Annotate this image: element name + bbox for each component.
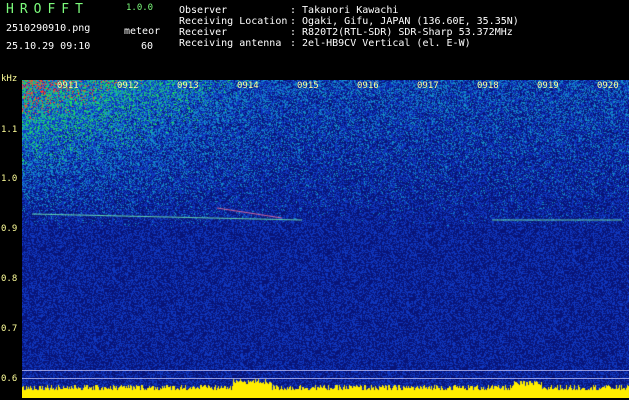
timestamp: 25.10.29 09:10 xyxy=(6,41,91,52)
time-tick-0918: 0918 xyxy=(477,81,499,91)
y-tick-0-8: 0.8 xyxy=(1,274,18,284)
time-tick-0911: 0911 xyxy=(57,81,79,91)
reference-line-upper xyxy=(22,370,629,371)
y-tick-0-6: 0.6 xyxy=(1,374,18,384)
time-tick-0919: 0919 xyxy=(537,81,559,91)
time-tick-0920: 0920 xyxy=(597,81,619,91)
time-tick-0916: 0916 xyxy=(357,81,379,91)
time-tick-0915: 0915 xyxy=(297,81,319,91)
time-tick-0912: 0912 xyxy=(117,81,139,91)
spectrogram xyxy=(22,80,629,398)
antenna-value: : 2el-HB9CV Vertical (el. E-W) xyxy=(290,38,471,49)
y-tick-1-1: 1.1 xyxy=(1,125,18,135)
y-tick-0-7: 0.7 xyxy=(1,324,18,334)
app-brand: HROFFT xyxy=(6,2,89,17)
time-tick-0917: 0917 xyxy=(417,81,439,91)
meteor-count: 60 xyxy=(141,41,154,52)
time-tick-0913: 0913 xyxy=(177,81,199,91)
header-panel: HROFFT 1.0.0 2510290910.png 25.10.29 09:… xyxy=(0,0,629,80)
meteor-label: meteor xyxy=(124,26,161,37)
reference-line-lower xyxy=(22,378,629,379)
axis-unit: kHz xyxy=(1,74,18,84)
time-tick-0914: 0914 xyxy=(237,81,259,91)
y-tick-0-9: 0.9 xyxy=(1,224,18,234)
app-version: 1.0.0 xyxy=(126,3,154,13)
y-tick-1-0: 1.0 xyxy=(1,174,18,184)
file-name: 2510290910.png xyxy=(6,23,91,34)
antenna-label: Receiving antenna xyxy=(179,38,282,49)
